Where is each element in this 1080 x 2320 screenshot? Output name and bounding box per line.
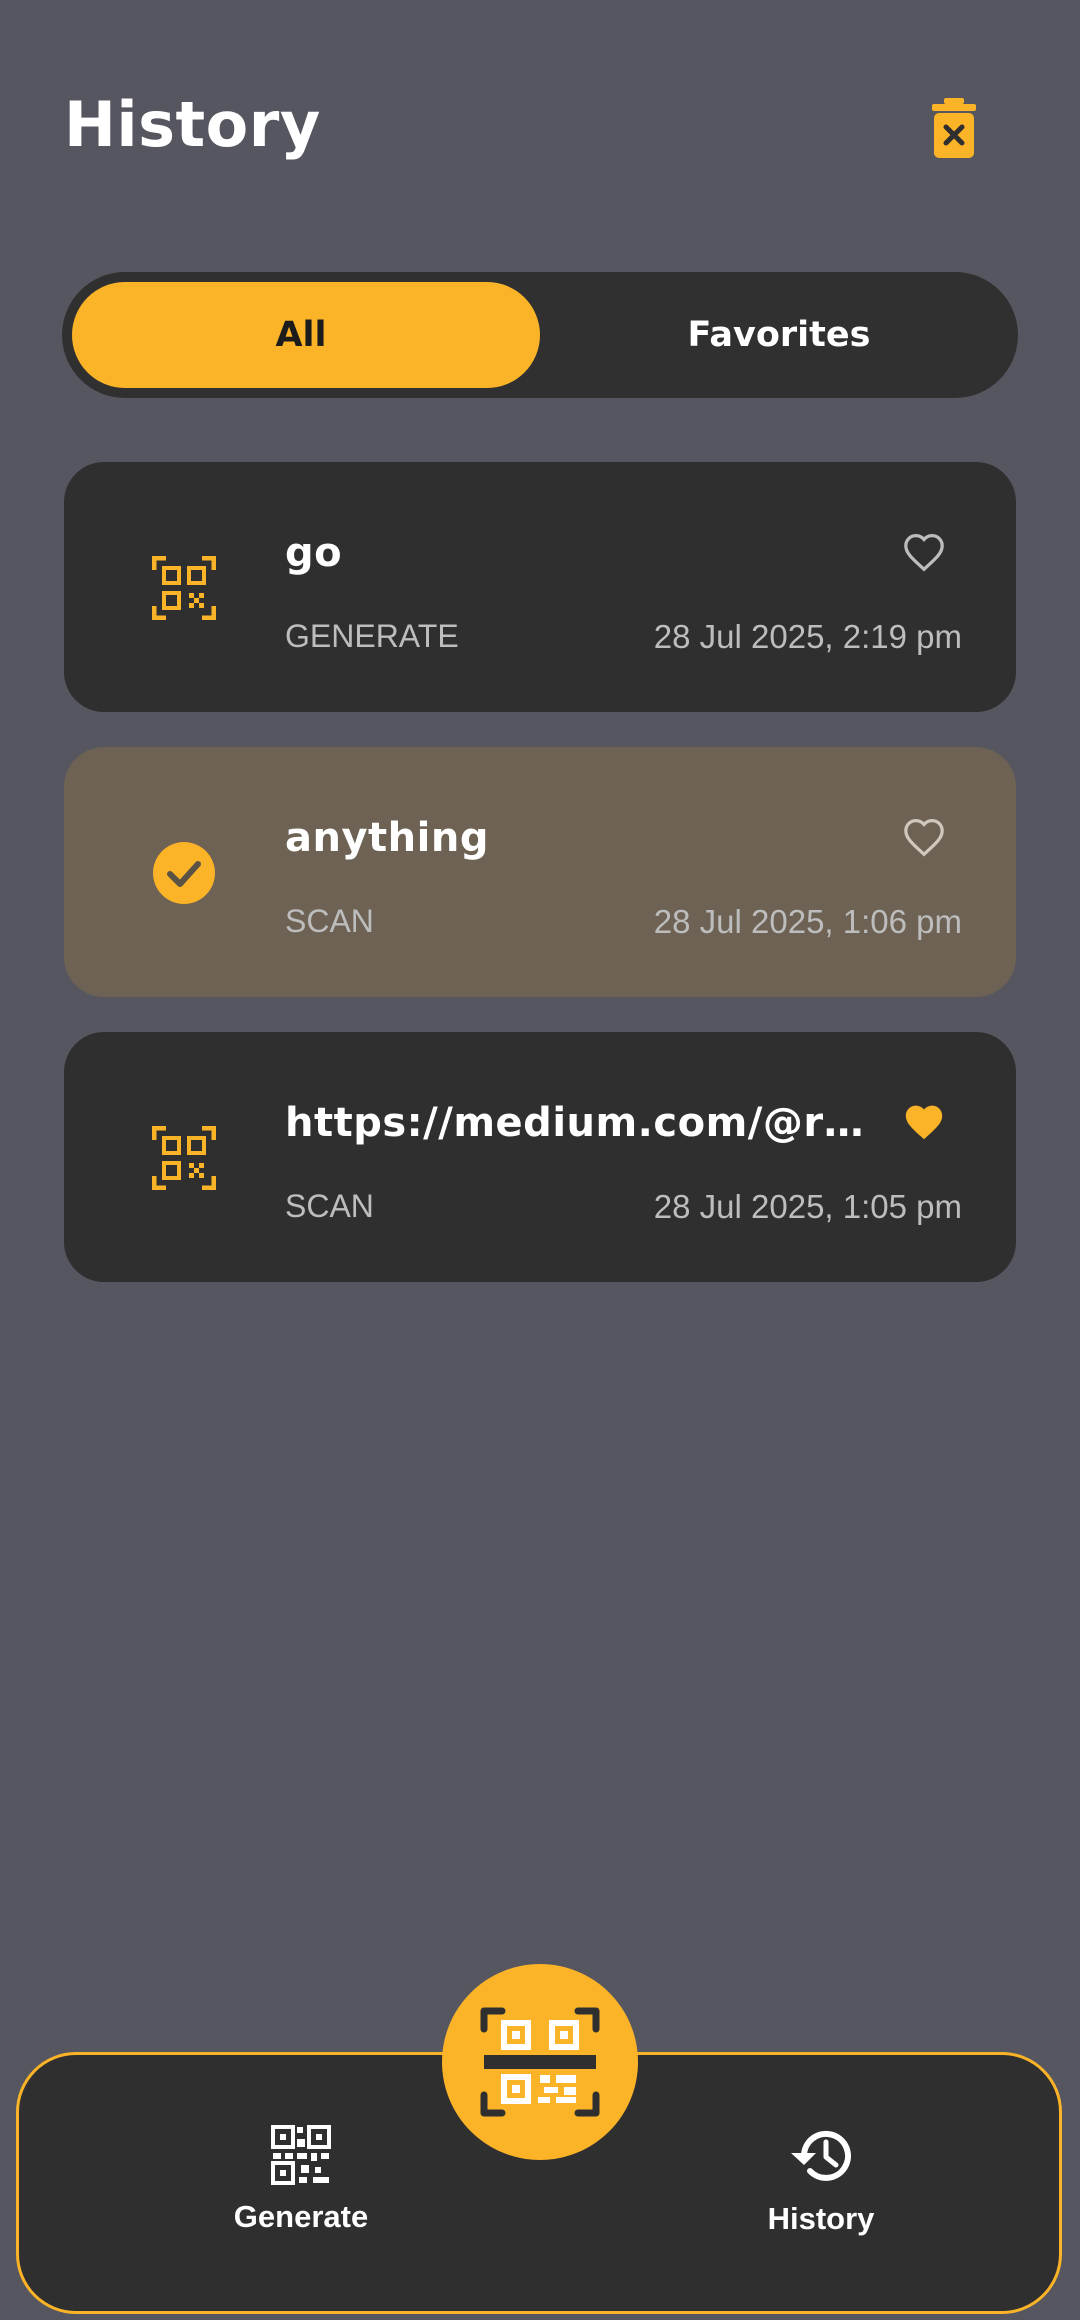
favorite-outline-icon[interactable] xyxy=(902,532,946,572)
page-title: History xyxy=(64,88,321,161)
clear-history-button[interactable] xyxy=(918,92,990,164)
nav-history[interactable]: History xyxy=(711,2125,931,2265)
item-type: GENERATE xyxy=(285,618,459,654)
check-circle-icon xyxy=(144,839,224,907)
favorite-outline-icon[interactable] xyxy=(902,817,946,857)
history-item[interactable]: anything SCAN 28 Jul 2025, 1:06 pm xyxy=(64,747,1016,997)
nav-generate[interactable]: Generate xyxy=(191,2125,411,2265)
item-content: https://medium.com/@rahul_dubey xyxy=(285,1100,885,1146)
tab-favorites[interactable]: Favorites xyxy=(540,272,1018,398)
item-date: 28 Jul 2025, 1:06 pm xyxy=(653,903,962,940)
nav-history-label: History xyxy=(767,2201,875,2236)
qr-code-icon xyxy=(144,554,224,622)
nav-generate-label: Generate xyxy=(233,2199,369,2234)
item-content: go xyxy=(285,530,343,576)
scan-fab-button[interactable] xyxy=(442,1964,638,2160)
item-date: 28 Jul 2025, 1:05 pm xyxy=(653,1188,962,1225)
item-date: 28 Jul 2025, 2:19 pm xyxy=(653,618,962,655)
history-filter-toggle: All Favorites xyxy=(62,272,1018,398)
qr-code-icon xyxy=(144,1124,224,1192)
trash-icon xyxy=(932,98,976,158)
qr-scan-icon xyxy=(480,2007,600,2117)
item-type: SCAN xyxy=(285,903,374,939)
tab-all[interactable]: All xyxy=(62,272,540,398)
item-content: anything xyxy=(285,815,489,861)
history-item[interactable]: go GENERATE 28 Jul 2025, 2:19 pm xyxy=(64,462,1016,712)
qr-code-icon xyxy=(271,2125,331,2185)
favorite-filled-icon[interactable] xyxy=(902,1102,946,1142)
history-item[interactable]: https://medium.com/@rahul_dubey SCAN 28 … xyxy=(64,1032,1016,1282)
history-icon xyxy=(791,2130,851,2181)
item-type: SCAN xyxy=(285,1188,374,1224)
